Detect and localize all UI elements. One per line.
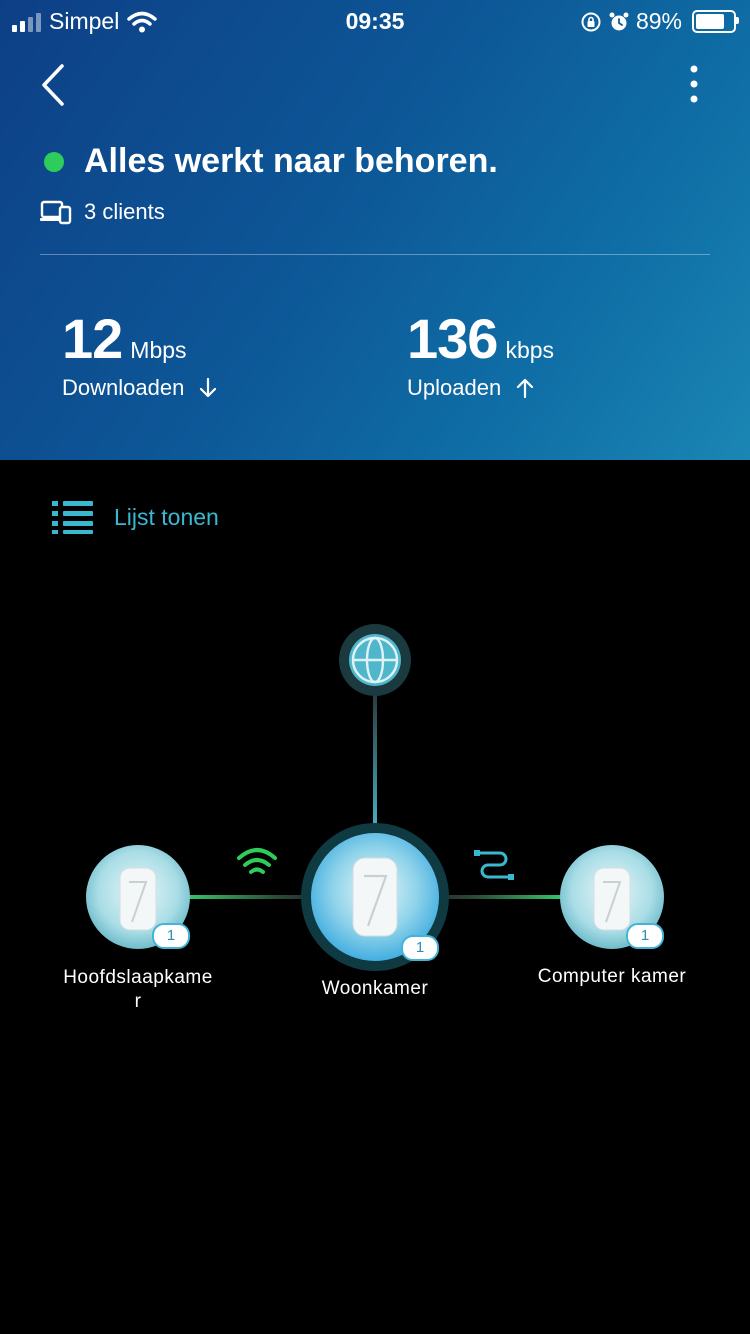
show-list-label: Lijst tonen — [114, 503, 219, 530]
download-label: Downloaden — [62, 375, 185, 400]
clients-count: 3 clients — [84, 199, 165, 224]
header-divider — [40, 254, 710, 255]
header-panel: Simpel 09:35 89% Alles werkt naar behore… — [0, 0, 750, 460]
client-count-badge: 1 — [152, 923, 190, 949]
wifi-link-icon — [237, 848, 277, 874]
back-button[interactable] — [30, 58, 80, 112]
more-options-button[interactable] — [672, 58, 716, 112]
battery-fill — [696, 14, 725, 29]
network-topology: 1 1 1 Hoofdslaapkame r Woonkamer Compute… — [0, 600, 750, 1030]
download-unit: Mbps — [130, 337, 187, 363]
ethernet-cable-icon — [474, 850, 514, 880]
router-device-icon — [119, 867, 157, 931]
arrow-down-icon — [200, 377, 217, 398]
node-label: Woonkamer — [321, 978, 429, 999]
more-vertical-icon — [690, 65, 698, 103]
upload-label: Uploaden — [407, 375, 502, 400]
battery-icon — [692, 10, 739, 33]
alarm-icon — [609, 12, 629, 30]
client-count-badge: 1 — [401, 935, 439, 961]
battery-percentage: 89% — [635, 8, 682, 34]
ethernet-backhaul-line — [438, 895, 562, 899]
node-label: Computer kamer — [537, 966, 687, 987]
uplink-line — [373, 694, 377, 834]
upload-value: 136 — [407, 307, 498, 370]
status-indicator-dot — [44, 151, 64, 172]
clients-summary[interactable]: 3 clients — [40, 198, 165, 226]
network-status: Alles werkt naar behoren. — [44, 142, 498, 181]
rotation-lock-icon — [581, 12, 601, 31]
show-list-button[interactable]: Lijst tonen — [52, 500, 219, 534]
chevron-left-icon — [42, 64, 64, 106]
upload-speed: 136 kbps Uploaden — [407, 306, 554, 401]
node-label: Hoofdslaapkame r — [63, 967, 213, 1012]
client-count-badge: 1 — [626, 923, 664, 949]
router-device-icon — [352, 857, 398, 937]
download-speed: 12 Mbps Downloaden — [62, 306, 218, 401]
list-icon — [52, 501, 93, 534]
status-title: Alles werkt naar behoren. — [84, 142, 498, 180]
upload-unit: kbps — [505, 337, 555, 363]
globe-icon[interactable] — [339, 624, 411, 696]
wifi-backhaul-line — [188, 895, 308, 899]
arrow-up-icon — [517, 378, 534, 399]
devices-icon — [40, 200, 72, 225]
router-device-icon — [593, 867, 631, 931]
download-value: 12 — [62, 307, 123, 370]
status-bar: Simpel 09:35 89% — [0, 0, 750, 42]
